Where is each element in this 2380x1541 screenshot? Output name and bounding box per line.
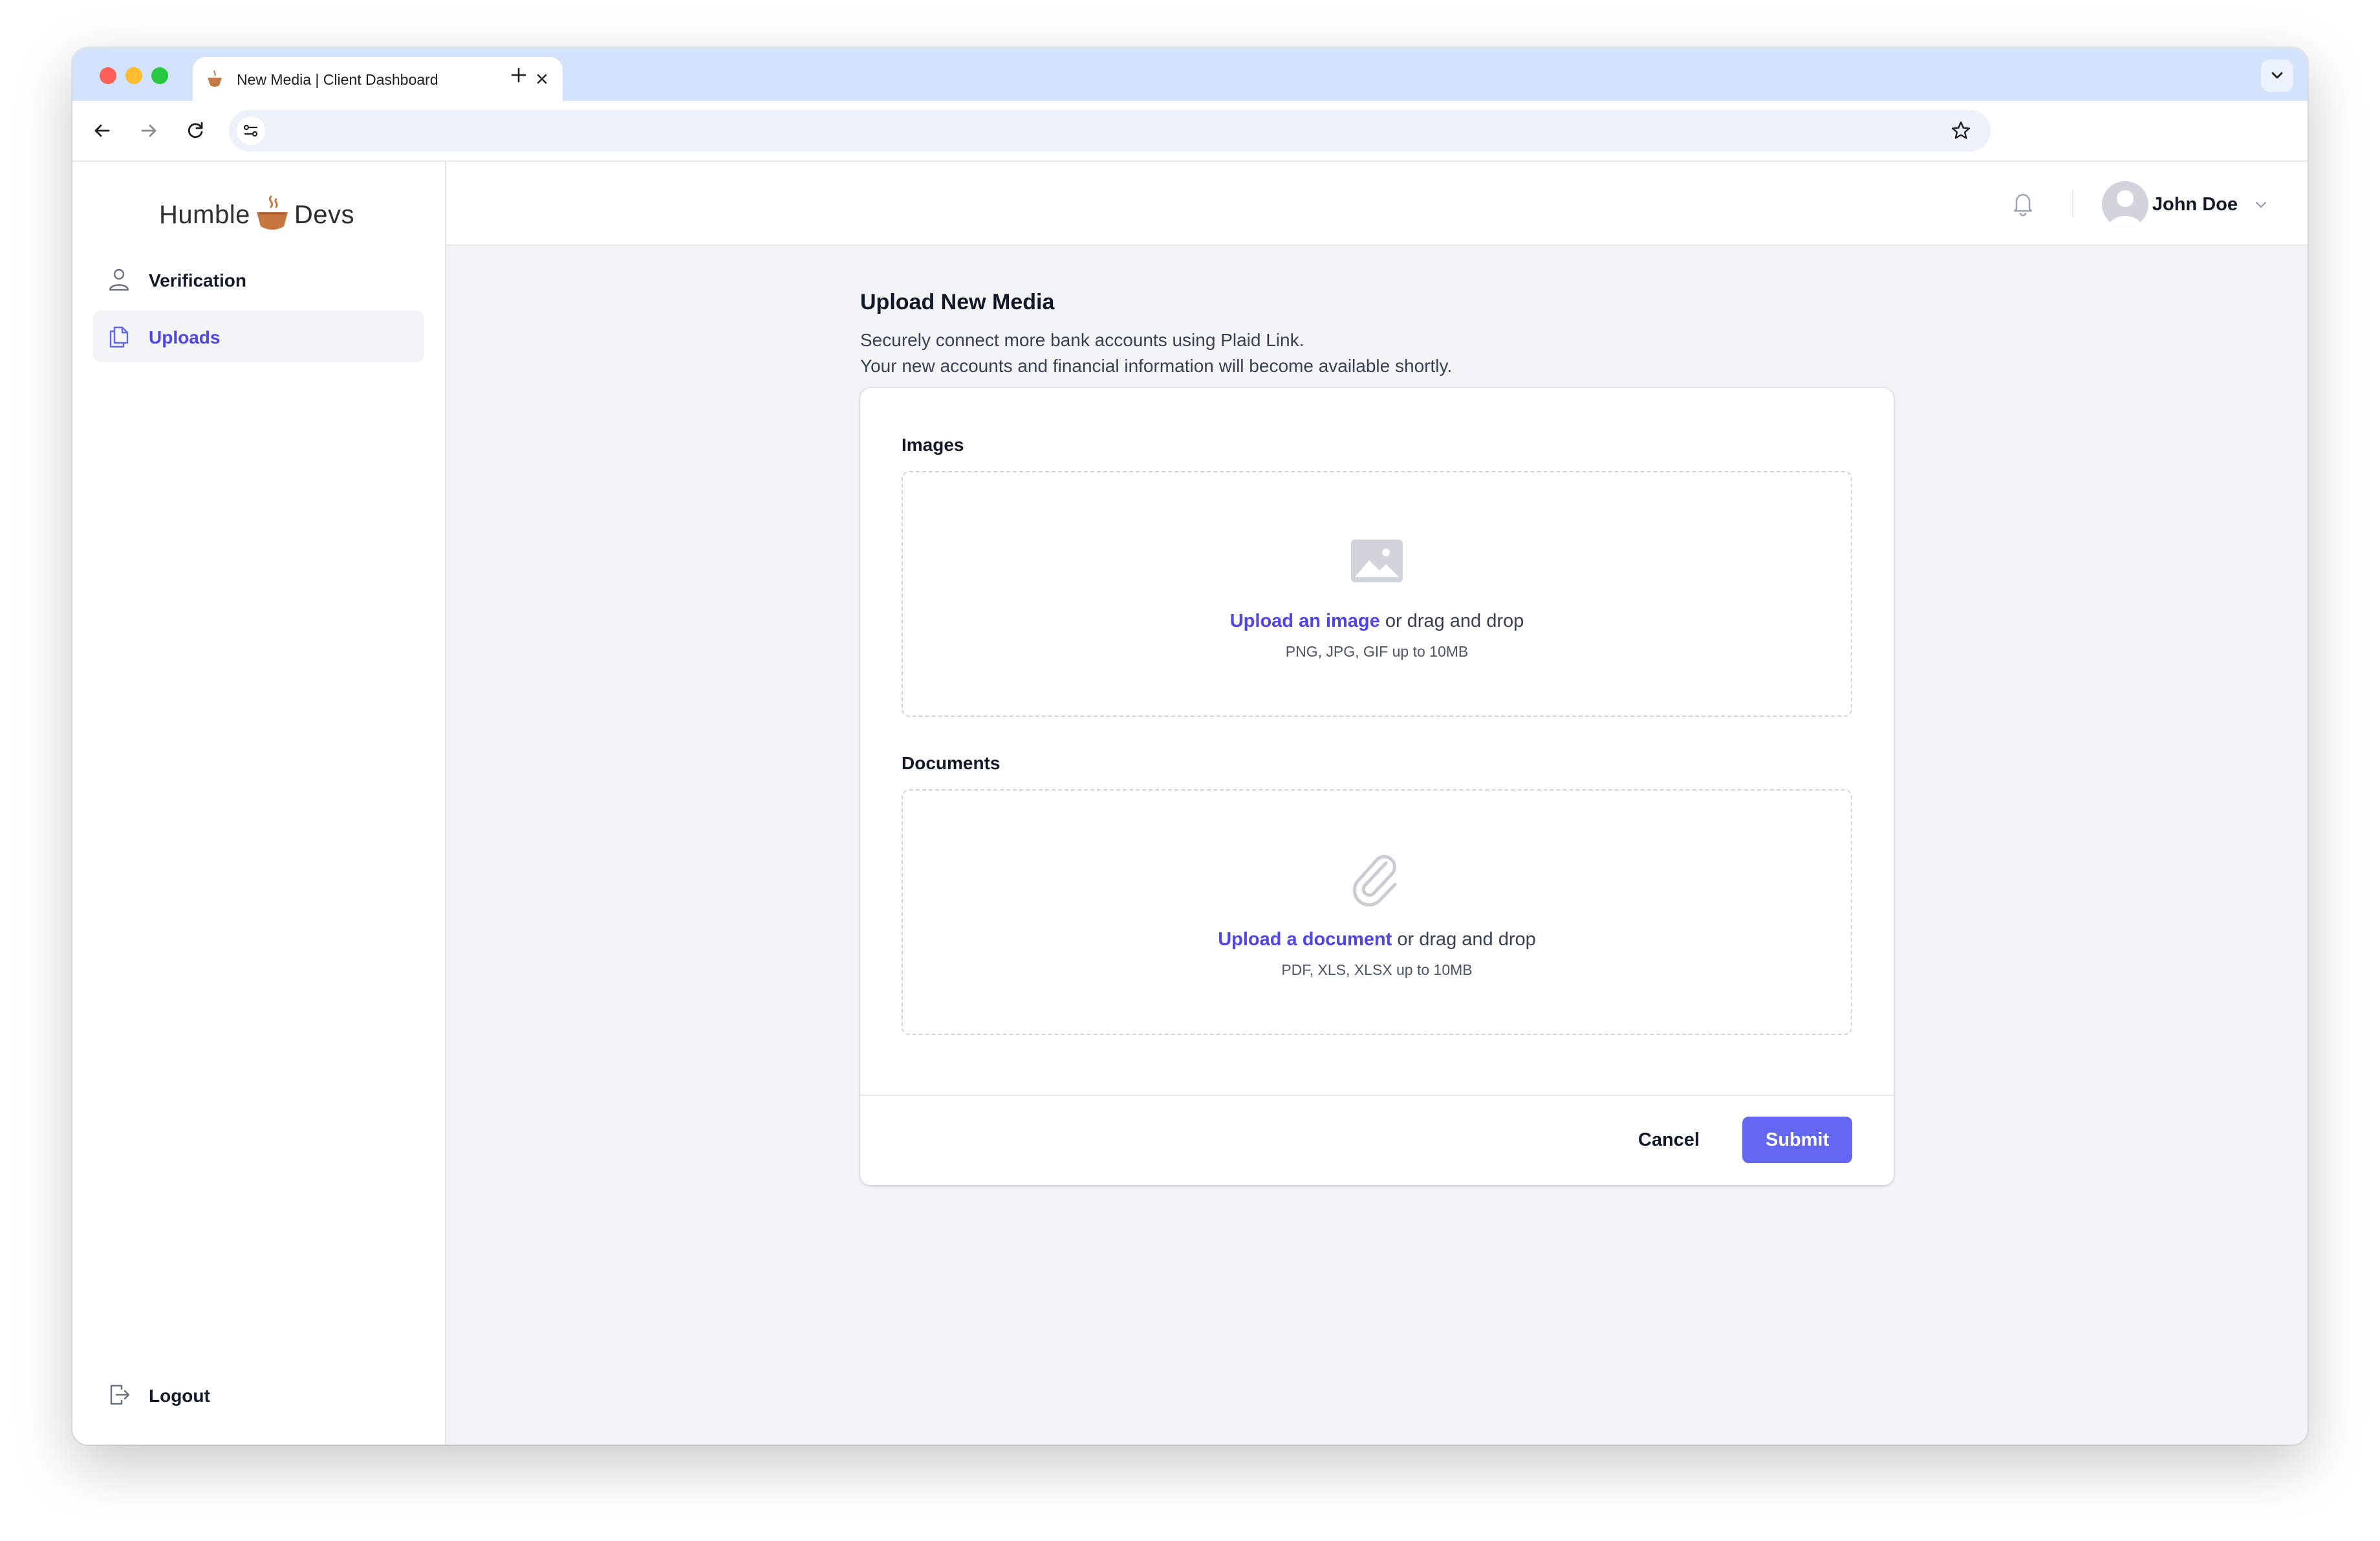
tab-title: New Media | Client Dashboard — [237, 71, 438, 88]
sidebar: Humble Devs Verification Uploads Logout — [72, 162, 446, 1445]
chevron-down-icon[interactable] — [2251, 194, 2271, 215]
forward-arrow-icon[interactable] — [135, 116, 163, 145]
logo[interactable]: Humble Devs — [159, 191, 354, 238]
cancel-button[interactable]: Cancel — [1638, 1130, 1700, 1151]
user-name[interactable]: John Doe — [2152, 194, 2238, 215]
drag-drop-text: or drag and drop — [1379, 611, 1524, 631]
upload-image-link[interactable]: Upload an image — [1230, 611, 1380, 631]
tab-search-button[interactable] — [2261, 60, 2293, 92]
image-icon — [1351, 540, 1403, 582]
new-tab-icon[interactable] — [506, 62, 532, 88]
user-icon — [109, 268, 129, 291]
sidebar-item-verification[interactable]: Verification — [93, 254, 424, 305]
document-upload-line: Upload a document or drag and drop — [903, 929, 1851, 950]
logout-label: Logout — [149, 1386, 210, 1406]
documents-icon — [109, 326, 129, 348]
sidebar-item-label: Verification — [149, 270, 246, 290]
document-file-types: PDF, XLS, XLSX up to 10MB — [1281, 961, 1473, 978]
drag-drop-text: or drag and drop — [1392, 929, 1536, 950]
maximize-window-button[interactable] — [151, 67, 168, 84]
form-footer: Cancel Submit — [860, 1095, 1894, 1185]
page-title: Upload New Media — [860, 290, 1055, 314]
upload-document-link[interactable]: Upload a document — [1218, 929, 1392, 950]
browser-window: New Media | Client Dashboard Humble Devs… — [72, 48, 2308, 1445]
sidebar-item-uploads[interactable]: Uploads — [93, 311, 424, 362]
images-label: Images — [902, 435, 964, 455]
logo-text-left: Humble — [159, 200, 250, 229]
content: Upload New Media Securely connect more b… — [446, 245, 2308, 1445]
submit-button[interactable]: Submit — [1742, 1117, 1852, 1163]
close-window-button[interactable] — [100, 67, 116, 84]
app-root: Humble Devs Verification Uploads Logout … — [72, 162, 2308, 1445]
document-dropzone[interactable]: Upload a document or drag and drop PDF, … — [902, 789, 1852, 1035]
top-bar: John Doe — [446, 162, 2308, 246]
bowl-logo-icon — [256, 195, 288, 230]
paperclip-icon — [1352, 855, 1397, 907]
image-dropzone[interactable]: Upload an image or drag and drop PNG, JP… — [902, 471, 1852, 717]
reload-icon[interactable] — [181, 116, 210, 145]
tab-strip: New Media | Client Dashboard — [72, 48, 2308, 101]
sidebar-item-label: Uploads — [149, 327, 221, 347]
main-area: John Doe Upload New Media Securely conne… — [446, 162, 2308, 1445]
browser-toolbar — [72, 101, 2308, 162]
logout-button[interactable]: Logout — [93, 1369, 424, 1421]
back-arrow-icon[interactable] — [88, 116, 116, 145]
favicon-icon — [208, 70, 222, 87]
user-avatar-icon — [2108, 190, 2142, 228]
logo-text-right: Devs — [294, 200, 354, 229]
bookmark-star-icon[interactable] — [1947, 116, 1975, 145]
avatar[interactable] — [2102, 181, 2148, 228]
close-tab-icon[interactable] — [533, 70, 551, 88]
site-settings-icon[interactable] — [237, 116, 265, 145]
description-line-1: Securely connect more bank accounts usin… — [860, 330, 1304, 350]
description-line-2: Your new accounts and financial informat… — [860, 356, 1453, 376]
logout-icon — [110, 1384, 130, 1405]
address-bar[interactable] — [229, 110, 1991, 151]
chevron-down-icon — [2271, 72, 2283, 79]
upload-form-card: Images Upload an image or drag and drop … — [860, 388, 1894, 1185]
image-file-types: PNG, JPG, GIF up to 10MB — [1285, 643, 1469, 660]
documents-label: Documents — [902, 753, 1001, 773]
minimize-window-button[interactable] — [125, 67, 142, 84]
divider — [2072, 190, 2073, 217]
image-upload-line: Upload an image or drag and drop — [903, 611, 1851, 632]
bell-icon[interactable] — [2007, 188, 2039, 219]
